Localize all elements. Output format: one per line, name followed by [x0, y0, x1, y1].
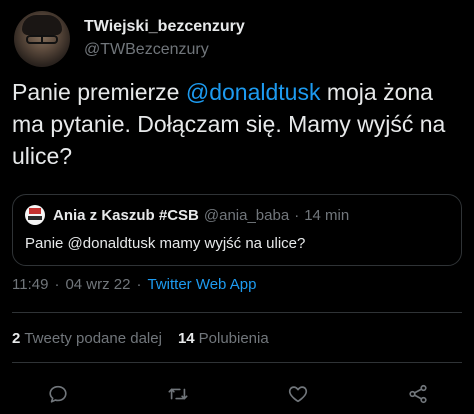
meta-separator: ·	[54, 276, 60, 293]
meta-separator-2: ·	[136, 276, 142, 293]
tweet-meta: 11:49 · 04 wrz 22 · Twitter Web App	[12, 276, 256, 293]
author-avatar[interactable]	[14, 11, 70, 67]
share-icon	[409, 384, 427, 404]
reply-button[interactable]	[46, 382, 70, 406]
tweet-text: Panie premierze @donaldtusk moja żona ma…	[12, 76, 460, 172]
divider	[12, 312, 462, 313]
author-display-name[interactable]: TWiejski_bezcenzury	[84, 17, 245, 37]
tweet-date[interactable]: 04 wrz 22	[65, 276, 130, 293]
retweets-count[interactable]: 2	[12, 330, 20, 347]
retweet-button[interactable]	[166, 382, 190, 406]
quoted-separator: ·	[294, 206, 300, 224]
divider	[12, 362, 462, 363]
author-info: TWiejski_bezcenzury @TWBezcenzury	[84, 17, 245, 61]
reply-icon	[49, 385, 67, 403]
quoted-time: 14 min	[304, 206, 350, 224]
like-button[interactable]	[286, 382, 310, 406]
tweet-mention-link[interactable]: @donaldtusk	[186, 79, 321, 105]
quoted-tweet-text: Panie @donaldtusk mamy wyjść na ulice?	[25, 235, 306, 252]
tweet-time[interactable]: 11:49	[12, 276, 48, 293]
likes-count[interactable]: 14	[178, 330, 195, 347]
quoted-author-avatar	[25, 205, 45, 225]
tweet-header: TWiejski_bezcenzury @TWBezcenzury	[14, 8, 460, 70]
like-icon	[288, 386, 308, 403]
retweets-label[interactable]: Tweety podane dalej	[24, 330, 162, 347]
tweet-source-link[interactable]: Twitter Web App	[147, 276, 256, 293]
likes-label[interactable]: Polubienia	[199, 330, 269, 347]
avatar-glasses	[26, 35, 58, 44]
quoted-author-name: Ania z Kaszub #CSB	[53, 206, 199, 224]
author-handle[interactable]: @TWBezcenzury	[84, 39, 245, 61]
quoted-author-handle: @ania_baba	[203, 206, 290, 224]
quoted-tweet-header: Ania z Kaszub #CSB @ania_baba · 14 min	[25, 205, 349, 225]
avatar-hair	[22, 15, 62, 35]
tweet-stats: 2 Tweety podane dalej 14 Polubienia	[12, 330, 269, 347]
quoted-tweet[interactable]: Ania z Kaszub #CSB @ania_baba · 14 min P…	[12, 194, 462, 266]
tweet-text-start: Panie premierze	[12, 79, 186, 105]
share-button[interactable]	[406, 382, 430, 406]
action-bar	[0, 372, 474, 412]
retweet-icon	[168, 388, 188, 400]
